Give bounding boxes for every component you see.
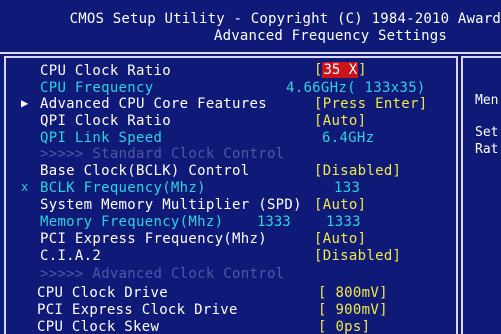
setting-row-pci-express-clock-drive[interactable]: PCI Express Clock Drive [ 900mV] (0, 302, 455, 319)
setting-row-system-memory-multiplier[interactable]: System Memory Multiplier (SPD) [Auto] (0, 197, 455, 214)
setting-label: QPI Link Speed (40, 130, 163, 146)
help-text-line3: Rat (475, 142, 499, 157)
submenu-arrow-icon: ▶ (21, 96, 29, 110)
setting-label: PCI Express Clock Drive (37, 302, 238, 318)
setting-label: CPU Clock Skew (37, 319, 160, 334)
setting-row-bclk-frequency: x BCLK Frequency(Mhz) 133 (0, 180, 455, 197)
setting-label: System Memory Multiplier (SPD) (40, 197, 302, 213)
setting-value: 6.4GHz (322, 130, 375, 146)
setting-value[interactable]: [Auto] (314, 231, 366, 247)
setting-label: PCI Express Frequency(Mhz) (40, 231, 267, 247)
help-text-line1: Men (475, 93, 499, 108)
section-header-advanced-clock: >>>>> Advanced Clock Control (0, 266, 455, 283)
setting-value[interactable]: [ 900mV] (318, 302, 388, 318)
setting-value: 4.66GHz( 133x35) (286, 80, 426, 96)
setting-label: QPI Clock Ratio (40, 113, 171, 129)
setting-row-qpi-link-speed: QPI Link Speed 6.4GHz (0, 130, 455, 147)
setting-value[interactable]: [Disabled] (314, 163, 401, 179)
setting-label: CPU Frequency (40, 80, 154, 96)
setting-row-base-clock-control[interactable]: Base Clock(BCLK) Control [Disabled] (0, 163, 455, 180)
setting-row-cpu-clock-drive[interactable]: CPU Clock Drive [ 800mV] (0, 285, 455, 302)
section-header-standard-clock: >>>>> Standard Clock Control (0, 146, 455, 163)
setting-label: CPU Clock Drive (37, 285, 168, 301)
setting-row-memory-frequency: Memory Frequency(Mhz) 1333 1333 (0, 214, 455, 231)
section-label: >>>>> Standard Clock Control (40, 146, 285, 162)
header-title: CMOS Setup Utility - Copyright (C) 1984-… (69, 11, 501, 27)
page-title: Advanced Frequency Settings (214, 28, 447, 44)
setting-row-qpi-clock-ratio[interactable]: QPI Clock Ratio [Auto] (0, 113, 455, 130)
help-text-line2: Set (475, 125, 499, 140)
setting-label: C.I.A.2 (40, 248, 102, 264)
setting-row-advanced-cpu-core-features[interactable]: ▶ Advanced CPU Core Features [Press Ente… (0, 96, 455, 113)
disabled-marker-icon: x (21, 180, 29, 194)
setting-value[interactable]: [Auto] (314, 197, 366, 213)
setting-row-cpu-clock-ratio[interactable]: CPU Clock Ratio [35 X] (0, 62, 455, 80)
setting-row-cpu-clock-skew[interactable]: CPU Clock Skew [ 0ps] (0, 319, 455, 334)
setting-value[interactable]: [ 0ps] (318, 319, 370, 334)
setting-value-selected[interactable]: [35 X] (314, 62, 367, 78)
setting-current-value: 1333 (257, 214, 291, 230)
setting-row-cpu-frequency: CPU Frequency 4.66GHz( 133x35) (0, 80, 455, 97)
setting-label: CPU Clock Ratio (40, 63, 171, 79)
setting-row-cia2[interactable]: C.I.A.2 [Disabled] (0, 248, 455, 265)
setting-row-pci-express-frequency[interactable]: PCI Express Frequency(Mhz) [Auto] (0, 231, 455, 248)
setting-label: Advanced CPU Core Features (40, 96, 267, 112)
selection-highlight[interactable]: 35 X (322, 62, 359, 78)
bios-screen: CMOS Setup Utility - Copyright (C) 1984-… (0, 0, 501, 334)
setting-value[interactable]: [ 800mV] (318, 285, 388, 301)
setting-value[interactable]: [Disabled] (314, 248, 401, 264)
setting-value[interactable]: [Auto] (314, 113, 366, 129)
setting-label: Memory Frequency(Mhz) (40, 214, 224, 230)
setting-label: Base Clock(BCLK) Control (40, 163, 250, 179)
setting-value: 133 (334, 180, 361, 196)
setting-label: BCLK Frequency(Mhz) (40, 180, 206, 196)
setting-value: 1333 (326, 214, 361, 230)
section-label: >>>>> Advanced Clock Control (40, 266, 285, 282)
setting-value[interactable]: [Press Enter] (314, 96, 427, 112)
